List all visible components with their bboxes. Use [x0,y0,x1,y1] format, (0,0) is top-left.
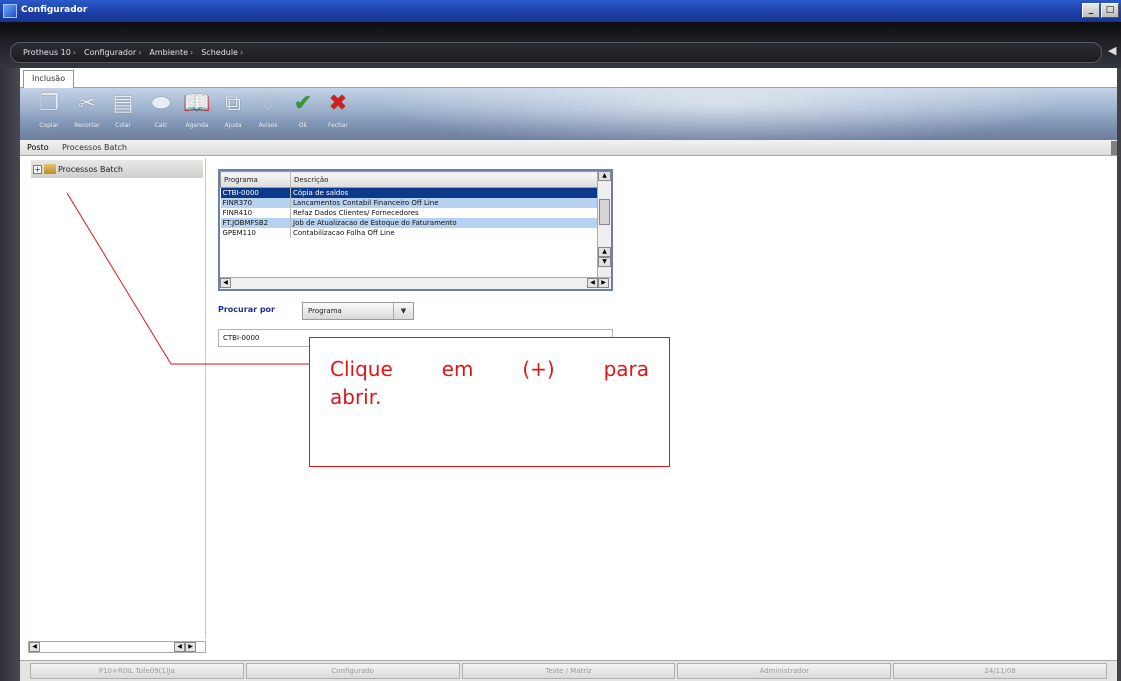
callout-word: Clique [330,357,393,381]
callout-word: para [603,357,649,381]
callout-word: em [441,357,474,381]
callout-line-1: Clique em (+) para [330,355,649,383]
status-company: Teste / Matriz [461,663,676,679]
status-date: 24/11/08 [893,663,1107,679]
callout-word: (+) [522,357,555,381]
callout-line-2: abrir. [330,385,382,409]
status-bar: P10+R0IL Tufe09(1)Ja Configurado Teste /… [20,660,1117,681]
status-environment: P10+R0IL Tufe09(1)Ja [30,663,244,679]
status-module: Configurado [245,663,460,679]
configurador-window: Configurador _ □ Protheus 10 › Configurad… [0,0,1121,681]
status-user: Administrador [677,663,892,679]
instruction-callout: Clique em (+) para abrir. [309,337,670,467]
